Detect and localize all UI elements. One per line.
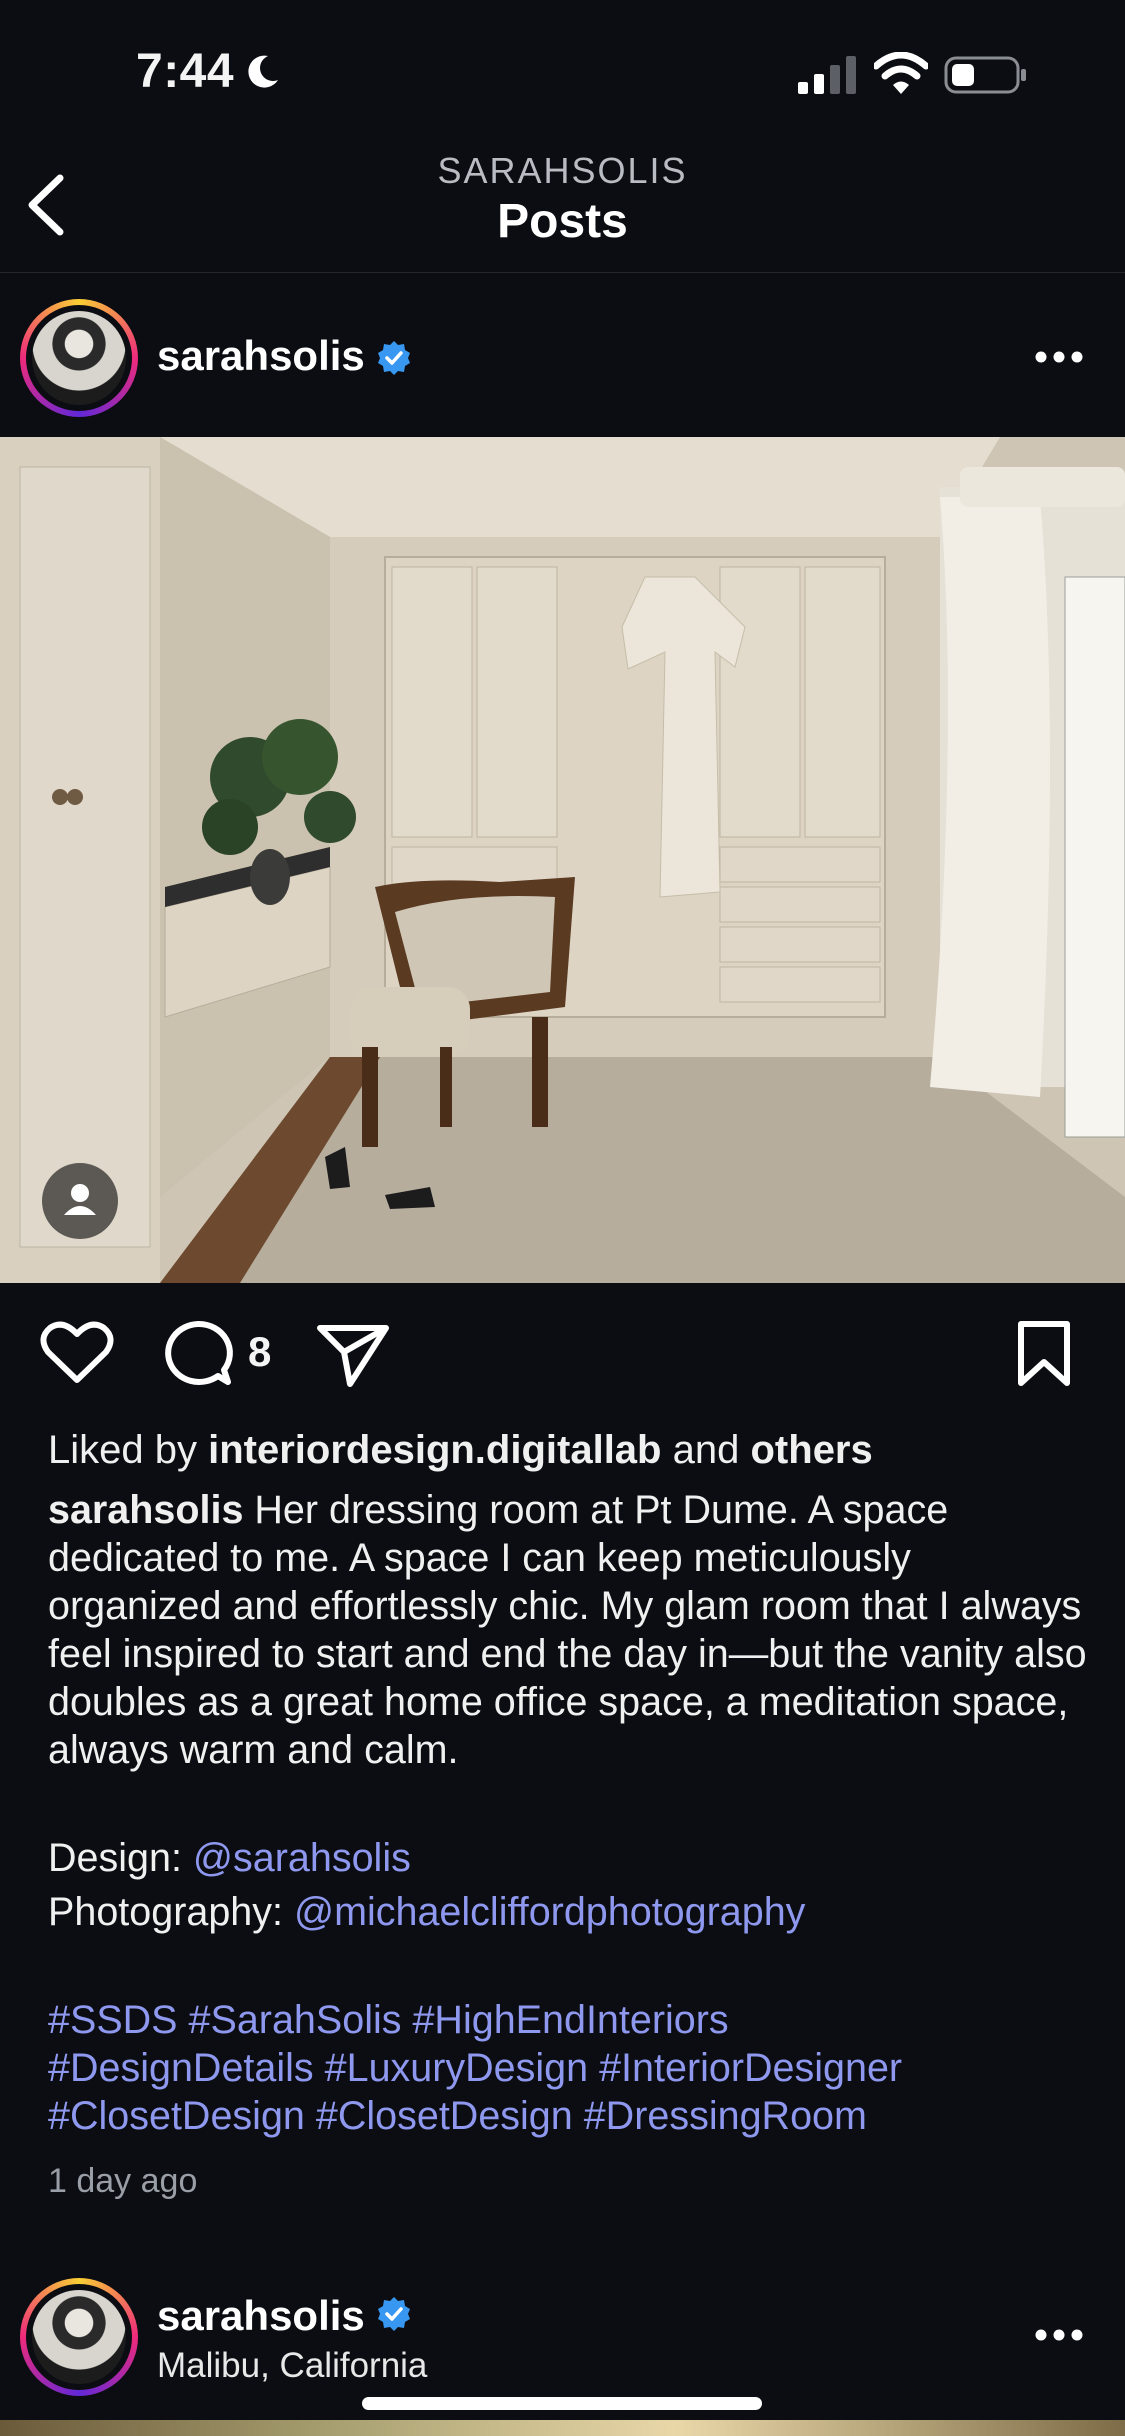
battery-icon (944, 56, 1026, 94)
more-options-icon[interactable] (1034, 350, 1084, 364)
verified-badge-icon (378, 341, 410, 375)
avatar[interactable] (20, 2278, 138, 2396)
avatar[interactable] (20, 299, 138, 417)
post-photo[interactable] (0, 437, 1125, 1283)
like-icon[interactable] (40, 1320, 114, 1386)
hashtags-line[interactable]: #SSDS #SarahSolis #HighEndInteriors (48, 1996, 1098, 2044)
caption-username[interactable]: sarahsolis (48, 1488, 243, 1532)
status-time: 7:44 (136, 45, 235, 98)
comment-icon[interactable] (162, 1320, 234, 1388)
header-divider (0, 272, 1125, 273)
home-indicator[interactable] (362, 2397, 762, 2410)
next-post-photo[interactable] (0, 2420, 1125, 2436)
design-credit: Design: @sarahsolis (48, 1836, 411, 1880)
comment-count: 8 (248, 1328, 272, 1375)
post-caption: sarahsolis Her dressing room at Pt Dume.… (48, 1486, 1088, 1774)
post-timestamp: 1 day ago (48, 2162, 198, 2200)
design-handle-link[interactable]: @sarahsolis (193, 1836, 411, 1880)
save-bookmark-icon[interactable] (1016, 1320, 1072, 1388)
wifi-icon (874, 52, 928, 94)
tagged-people-button[interactable] (42, 1163, 118, 1239)
liked-by-text[interactable]: Liked by interiordesign.digitallab and o… (48, 1428, 873, 1473)
page-title: Posts (497, 195, 628, 248)
share-icon[interactable] (316, 1322, 390, 1388)
liked-by-others[interactable]: others (751, 1428, 873, 1472)
person-icon (64, 1184, 96, 1215)
verified-badge-icon (378, 2297, 410, 2331)
moon-icon (248, 55, 278, 88)
photography-credit: Photography: @michaelcliffordphotography (48, 1890, 806, 1934)
more-options-icon[interactable] (1034, 2328, 1084, 2342)
post-location[interactable]: Malibu, California (157, 2346, 427, 2386)
next-post-username[interactable]: sarahsolis (157, 2292, 365, 2340)
liked-by-user[interactable]: interiordesign.digitallab (208, 1428, 661, 1472)
cellular-signal-icon (798, 56, 856, 94)
hashtags-line[interactable]: #ClosetDesign #ClosetDesign #DressingRoo… (48, 2092, 1098, 2140)
hashtags-line[interactable]: #DesignDetails #LuxuryDesign #InteriorDe… (48, 2044, 1098, 2092)
hashtags[interactable]: #SSDS #SarahSolis #HighEndInteriors #Des… (48, 1996, 1098, 2140)
photographer-handle-link[interactable]: @michaelcliffordphotography (294, 1890, 805, 1934)
post-username[interactable]: sarahsolis (157, 332, 365, 380)
header-subtitle: SARAHSOLIS (437, 150, 688, 191)
